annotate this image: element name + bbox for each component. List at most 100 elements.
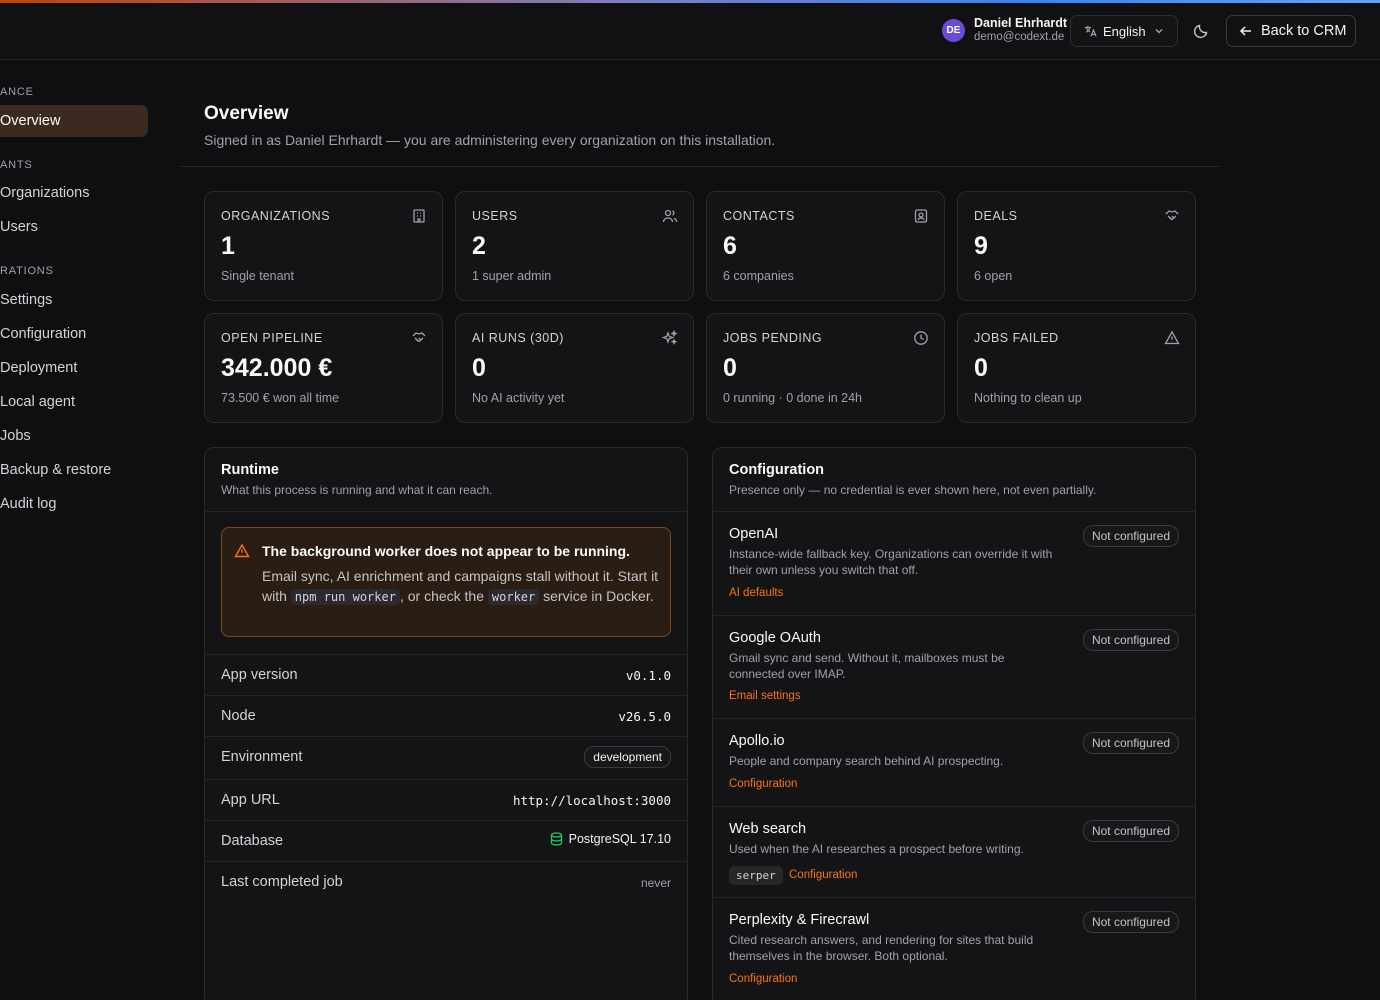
sidebar-item-overview[interactable]: Overview — [0, 105, 148, 137]
users-icon — [662, 209, 678, 223]
stat-label: ORGANIZATIONS — [221, 209, 331, 223]
sidebar-item-audit-log[interactable]: Audit log — [0, 496, 56, 512]
avatar: DE — [942, 18, 965, 42]
status-badge: Not configured — [1082, 732, 1179, 754]
arrow-left-icon — [1239, 26, 1251, 36]
moon-icon — [1193, 24, 1208, 39]
warning-text: service in Docker. — [543, 588, 654, 604]
stat-sub: 6 open — [974, 269, 1013, 283]
provider-chip: serper — [729, 866, 783, 885]
stat-card-jobs-pending: JOBS PENDING 0 0 running · 0 done in 24h — [706, 313, 945, 423]
alert-triangle-icon — [234, 543, 250, 558]
stat-card-contacts: CONTACTS 6 6 companies — [706, 191, 945, 301]
stat-sub: 6 companies — [723, 269, 794, 283]
runtime-title: Runtime — [221, 462, 279, 478]
stat-sub: Single tenant — [221, 269, 294, 283]
stat-value: 6 — [723, 232, 737, 260]
runtime-row-database: Database PostgreSQL 17.10 — [205, 820, 687, 861]
handshake-icon — [412, 332, 426, 343]
runtime-row-node: Node v26.5.0 — [205, 695, 687, 736]
stat-sub: Nothing to clean up — [974, 391, 1082, 405]
stat-value: 342.000 € — [221, 354, 333, 382]
stat-value: 9 — [974, 232, 988, 260]
stat-value: 1 — [221, 232, 235, 260]
config-link-ai-defaults[interactable]: AI defaults — [729, 587, 783, 599]
chevron-down-icon — [1155, 29, 1163, 34]
row-value: PostgreSQL 17.10 — [568, 832, 671, 846]
contact-icon — [914, 209, 928, 223]
config-desc: Gmail sync and send. Without it, mailbox… — [729, 651, 1005, 681]
back-to-crm-label: Back to CRM — [1261, 23, 1347, 39]
alert-triangle-icon — [1164, 330, 1180, 345]
runtime-row-app-url: App URL http://localhost:3000 — [205, 779, 687, 820]
stat-card-users: USERS 2 1 super admin — [455, 191, 694, 301]
row-value: v0.1.0 — [625, 668, 671, 683]
handshake-icon — [1165, 210, 1179, 221]
stat-sub: 0 running · 0 done in 24h — [723, 391, 862, 405]
warning-text: Email sync, AI enrichment and campaigns … — [262, 568, 614, 584]
row-key: App URL — [221, 792, 280, 808]
theme-toggle-button[interactable] — [1192, 22, 1210, 43]
stat-sub: 73.500 € won all time — [221, 391, 340, 405]
command-code: npm run worker — [290, 589, 400, 605]
runtime-row-last-job: Last completed job never — [205, 861, 687, 902]
runtime-row-app-version: App version v0.1.0 — [205, 654, 687, 695]
config-link-configuration[interactable]: Configuration — [789, 869, 857, 881]
status-badge: Not configured — [1082, 629, 1179, 651]
sidebar-item-configuration[interactable]: Configuration — [0, 326, 86, 342]
row-value: never — [640, 876, 671, 890]
back-to-crm-button[interactable]: Back to CRM — [1226, 15, 1356, 47]
config-link-configuration[interactable]: Configuration — [729, 778, 797, 790]
row-key: Last completed job — [221, 874, 343, 890]
stat-label: USERS — [472, 209, 518, 223]
config-name: Web search — [729, 821, 807, 837]
user-name: Daniel Ehrhardt — [974, 16, 1068, 30]
warning-text: , or check the — [399, 588, 484, 604]
stat-card-jobs-failed: JOBS FAILED 0 Nothing to clean up — [957, 313, 1196, 423]
config-link-configuration[interactable]: Configuration — [729, 973, 797, 985]
stat-card-organizations: ORGANIZATIONS 1 Single tenant — [204, 191, 443, 301]
configuration-panel: Configuration Presence only — no credent… — [712, 447, 1196, 1000]
divider — [205, 511, 687, 512]
config-link-email-settings[interactable]: Email settings — [729, 690, 801, 702]
status-badge: Not configured — [1082, 525, 1179, 547]
top-header: DE Daniel Ehrhardt demo@codext.de Englis… — [0, 3, 1380, 60]
sidebar-item-jobs[interactable]: Jobs — [0, 428, 31, 444]
runtime-subtitle: What this process is running and what it… — [221, 483, 493, 497]
stat-value: 0 — [723, 354, 737, 382]
sidebar-item-backup-restore[interactable]: Backup & restore — [0, 462, 111, 478]
row-key: App version — [221, 667, 298, 683]
status-badge: Not configured — [1082, 911, 1179, 933]
config-name: Google OAuth — [729, 630, 821, 646]
status-badge: Not configured — [1082, 820, 1179, 842]
sidebar: ANCE Overview ANTS Organizations Users R… — [0, 60, 160, 1000]
runtime-row-environment: Environment development — [205, 736, 687, 779]
sidebar-item-deployment[interactable]: Deployment — [0, 360, 77, 376]
row-key: Node — [221, 708, 256, 724]
sidebar-item-organizations[interactable]: Organizations — [0, 185, 89, 201]
stat-value: 0 — [974, 354, 988, 382]
config-item-google-oauth: Google OAuth Not configured Gmail sync a… — [713, 615, 1195, 718]
database-icon — [550, 832, 562, 846]
stat-card-deals: DEALS 9 6 open — [957, 191, 1196, 301]
stat-sub: 1 super admin — [472, 269, 552, 283]
sidebar-item-local-agent[interactable]: Local agent — [0, 394, 75, 410]
page-subtitle: Signed in as Daniel Ehrhardt — you are a… — [204, 132, 776, 148]
runtime-panel: Runtime What this process is running and… — [204, 447, 688, 1000]
configuration-subtitle: Presence only — no credential is ever sh… — [729, 483, 1097, 497]
sidebar-item-label: Overview — [0, 113, 61, 129]
user-menu[interactable]: DE Daniel Ehrhardt demo@codext.de — [942, 16, 1067, 44]
worker-warning-alert: The background worker does not appear to… — [221, 527, 671, 637]
row-value: http://localhost:3000 — [512, 793, 671, 808]
config-desc: Instance-wide fallback key. Organization… — [729, 547, 1053, 577]
sidebar-item-users[interactable]: Users — [0, 219, 38, 235]
page-title: Overview — [204, 103, 289, 124]
sidebar-item-settings[interactable]: Settings — [0, 292, 52, 308]
row-value: v26.5.0 — [618, 709, 671, 724]
language-select[interactable]: English — [1070, 15, 1178, 47]
stat-card-open-pipeline: OPEN PIPELINE 342.000 € 73.500 € won all… — [204, 313, 443, 423]
clock-icon — [914, 331, 928, 345]
building-icon — [413, 209, 425, 223]
config-item-apollo: Apollo.io Not configured People and comp… — [713, 718, 1195, 806]
config-desc: Cited research answers, and rendering fo… — [729, 933, 1034, 963]
